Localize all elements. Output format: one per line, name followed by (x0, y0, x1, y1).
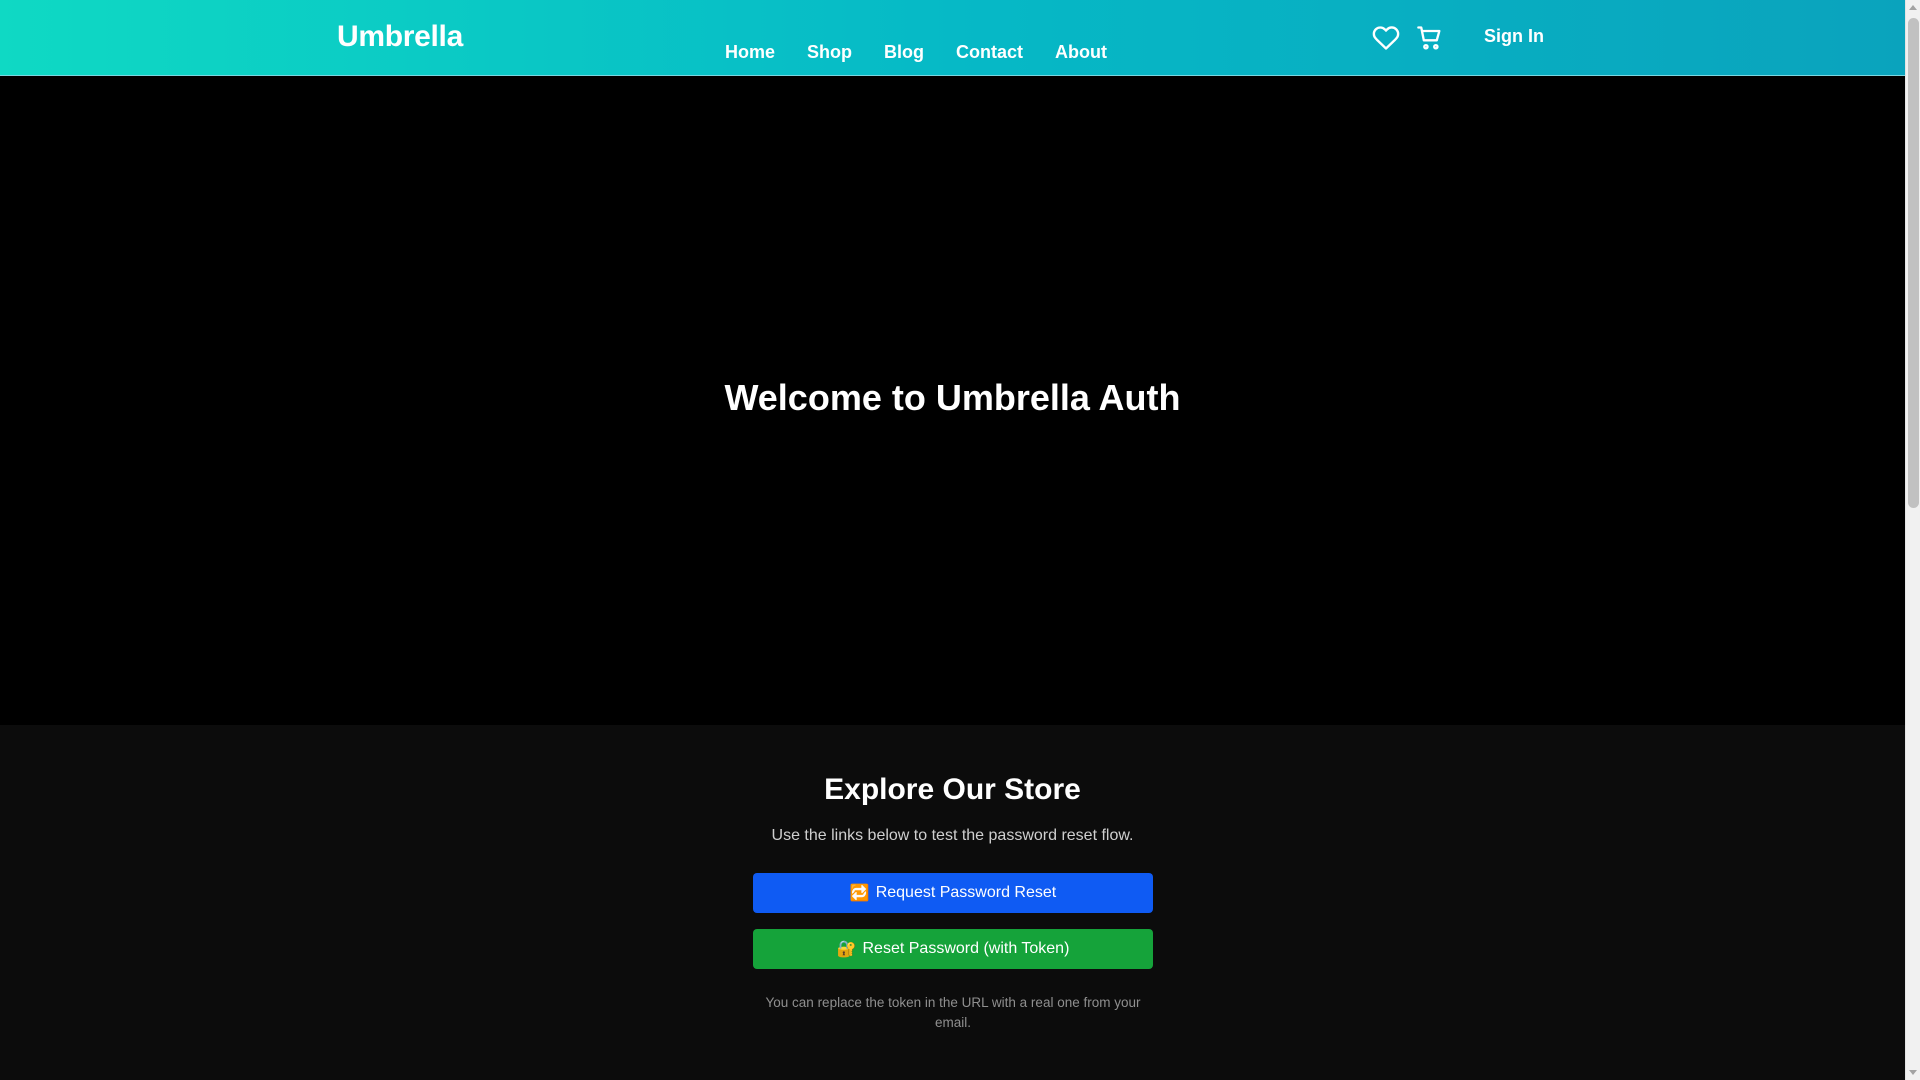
nav-shop[interactable]: Shop (791, 40, 868, 64)
request-password-reset-label: Request Password Reset (875, 884, 1057, 901)
sign-in-link[interactable]: Sign In (1484, 26, 1544, 47)
store-subtitle: Use the links below to test the password… (771, 827, 1134, 844)
hero-title: Welcome to Umbrella Auth (724, 377, 1181, 418)
cart-button[interactable] (1414, 22, 1446, 54)
nav-blog[interactable]: Blog (868, 40, 940, 64)
nav-about[interactable]: About (1039, 40, 1123, 64)
nav-home[interactable]: Home (725, 40, 791, 64)
cart-icon (1417, 26, 1441, 50)
nav-contact[interactable]: Contact (940, 40, 1039, 64)
wishlist-button[interactable] (1370, 22, 1402, 54)
heart-icon (1372, 26, 1400, 50)
scrollbar-thumb[interactable] (1908, 18, 1919, 508)
vertical-scrollbar[interactable] (1905, 0, 1920, 1080)
site-header: Umbrella Home Shop Blog Contact About Si… (0, 0, 1905, 76)
scroll-down-arrow-icon[interactable] (1909, 1070, 1917, 1075)
brand-logo[interactable]: Umbrella (337, 20, 463, 54)
lock-key-icon: 🔐 (836, 941, 857, 958)
scroll-up-arrow-icon[interactable] (1909, 5, 1917, 10)
hero-section: Welcome to Umbrella Auth (0, 77, 1905, 725)
store-section: Explore Our Store Use the links below to… (0, 725, 1905, 1080)
store-title: Explore Our Store (824, 773, 1081, 806)
reset-password-label: Reset Password (with Token) (862, 940, 1070, 957)
token-note: You can replace the token in the URL wit… (765, 995, 1141, 1030)
repeat-icon: 🔁 (849, 885, 870, 902)
page: Umbrella Home Shop Blog Contact About Si… (0, 0, 1905, 1080)
request-password-reset-button[interactable]: 🔁 Request Password Reset (753, 873, 1153, 913)
reset-password-button[interactable]: 🔐 Reset Password (with Token) (753, 929, 1153, 969)
main-nav: Home Shop Blog Contact About (725, 40, 1123, 64)
